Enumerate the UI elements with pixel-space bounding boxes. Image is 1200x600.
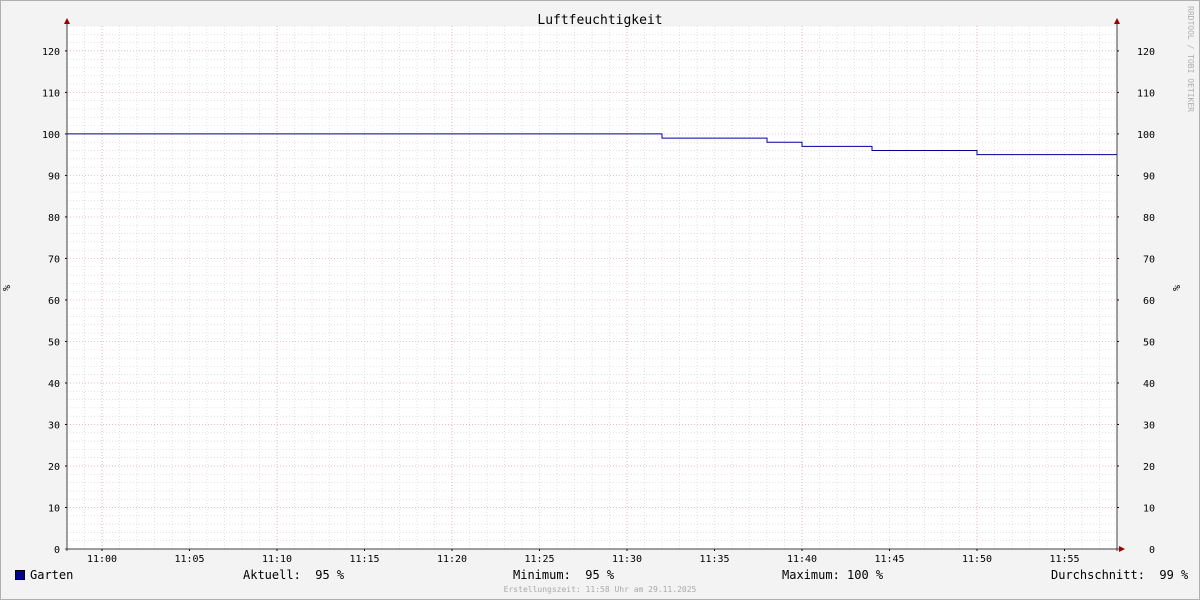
y-tick-label-right: 60 — [1143, 296, 1155, 307]
y-tick-label-left: 60 — [48, 296, 60, 307]
x-tick-label: 11:50 — [962, 554, 992, 565]
y-tick-label-right: 10 — [1143, 503, 1155, 514]
series-color-swatch — [15, 570, 25, 580]
legend: Garten Aktuell: 95 % Minimum: 95 % Maxim… — [0, 568, 1200, 584]
x-tick-label: 11:15 — [349, 554, 379, 565]
y-tick-label-right: 50 — [1143, 337, 1155, 348]
x-tick-label: 11:30 — [612, 554, 642, 565]
y-axis-right-ticks: 0 10 20 30 40 50 60 70 80 90 100 110 120 — [1117, 47, 1155, 556]
y-tick-label-left: 110 — [42, 88, 60, 99]
legend-minimum: Minimum: 95 % — [513, 568, 615, 582]
y-tick-label-right: 40 — [1143, 379, 1155, 390]
y-tick-label-right: 20 — [1143, 462, 1155, 473]
chart-title: Luftfeuchtigkeit — [537, 13, 662, 28]
y-tick-label-left: 0 — [54, 545, 60, 556]
minor-grid — [67, 25, 1117, 549]
x-tick-label: 11:25 — [524, 554, 554, 565]
y-tick-label-right: 30 — [1143, 420, 1155, 431]
y-tick-label-left: 50 — [48, 337, 60, 348]
x-tick-label: 11:55 — [1049, 554, 1079, 565]
x-tick-label: 11:20 — [437, 554, 467, 565]
chart: 0 10 20 30 40 50 60 70 80 90 100 110 120 0 10 20 30 40 50… — [2, 6, 1195, 565]
legend-maximum: Maximum: 100 % — [782, 568, 884, 582]
y-tick-label-left: 10 — [48, 503, 60, 514]
y-tick-label-right: 80 — [1143, 213, 1155, 224]
y-tick-label-left: 90 — [48, 171, 60, 182]
y-axis-right-arrow — [1114, 18, 1120, 24]
y-tick-label-left: 80 — [48, 213, 60, 224]
legend-current: Aktuell: 95 % — [243, 568, 345, 582]
x-tick-label: 11:10 — [262, 554, 292, 565]
creation-time-footer: Erstellungszeit: 11:58 Uhr am 29.11.2025 — [503, 585, 697, 594]
x-tick-label: 11:45 — [874, 554, 904, 565]
y-tick-label-left: 100 — [42, 130, 60, 141]
x-tick-label: 11:00 — [87, 554, 117, 565]
legend-series-name: Garten — [30, 568, 74, 582]
y-tick-label-left: 120 — [42, 47, 60, 58]
rrdtool-watermark: RRDTOOL / TOBI OETIKER — [1186, 6, 1195, 112]
y-tick-label-right: 120 — [1137, 47, 1155, 58]
y-tick-label-right: 0 — [1149, 545, 1155, 556]
x-tick-label: 11:40 — [787, 554, 817, 565]
y-tick-label-left: 70 — [48, 254, 60, 265]
x-axis-ticks: 11:00 11:05 11:10 11:15 11:20 11:25 11:30 11:35… — [87, 549, 1080, 565]
y-tick-label-right: 110 — [1137, 88, 1155, 99]
y-tick-label-left: 30 — [48, 420, 60, 431]
y-tick-label-left: 20 — [48, 462, 60, 473]
x-tick-label: 11:05 — [174, 554, 204, 565]
y-axis-right-unit: % — [1172, 285, 1183, 291]
legend-average: Durchschnitt: 99 % — [1051, 568, 1189, 582]
y-axis-left-arrow — [64, 18, 70, 24]
y-axis-left-unit: % — [2, 285, 13, 291]
y-tick-label-right: 70 — [1143, 254, 1155, 265]
y-tick-label-left: 40 — [48, 379, 60, 390]
x-tick-label: 11:35 — [699, 554, 729, 565]
y-axis-left-ticks: 0 10 20 30 40 50 60 70 80 90 100 110 120 — [42, 47, 67, 556]
x-axis-arrow — [1119, 546, 1125, 552]
y-tick-label-right: 90 — [1143, 171, 1155, 182]
y-tick-label-right: 100 — [1137, 130, 1155, 141]
